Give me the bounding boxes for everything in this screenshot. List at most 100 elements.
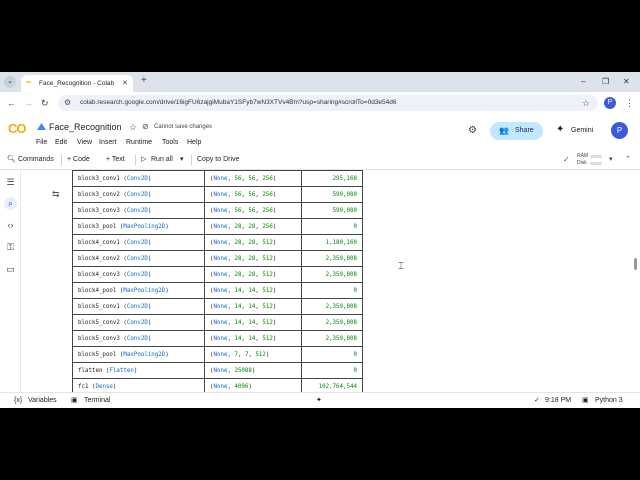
layer-name: fc1 xyxy=(78,383,89,390)
secrets-key-icon[interactable]: ⚿ xyxy=(4,241,17,254)
restore-icon[interactable]: ❐ xyxy=(602,76,609,87)
minimize-icon[interactable]: – xyxy=(581,76,585,87)
layer-cell: block3_pool (MaxPooling2D) xyxy=(72,218,205,235)
site-info-icon[interactable]: ⚙ xyxy=(64,97,71,109)
shape-dim: 512 xyxy=(262,239,273,246)
table-row: block3_pool (MaxPooling2D) (None, 28, 28,… xyxy=(72,218,363,235)
shape-dim: 14 xyxy=(234,287,242,294)
output-shape-cell: (None, 14, 14, 512) xyxy=(204,330,302,347)
runtime-dropdown-icon[interactable]: ▾ xyxy=(609,155,613,165)
output-shape-cell: (None, 56, 56, 256) xyxy=(204,186,302,203)
colab-header: CO Face_Recognition ☆ ⊘ Cannot save chan… xyxy=(0,114,640,152)
window-close-icon[interactable]: ✕ xyxy=(623,76,630,87)
shape-dim: 4096 xyxy=(234,383,249,390)
add-text-button[interactable]: + Text xyxy=(106,155,125,165)
reload-icon[interactable]: ↻ xyxy=(41,97,49,109)
shape-dim: 28 xyxy=(248,271,256,278)
shape-batch-dim: None xyxy=(213,287,228,294)
layer-type: Conv2D xyxy=(126,175,148,182)
back-icon[interactable]: ← xyxy=(7,97,16,109)
code-snippets-icon[interactable]: ‹› xyxy=(4,219,17,232)
star-notebook-icon[interactable]: ☆ xyxy=(129,121,137,133)
shape-batch-dim: None xyxy=(213,303,228,310)
commands-button[interactable]: Commands xyxy=(18,155,54,165)
variables-button[interactable]: Variables xyxy=(28,396,57,406)
run-all-dropdown-icon[interactable]: ▾ xyxy=(180,155,184,165)
tab-search-icon[interactable]: ⌄ xyxy=(4,76,16,88)
menu-runtime[interactable]: Runtime xyxy=(126,138,152,148)
shape-dim: 7 xyxy=(244,351,249,358)
bookmark-star-icon[interactable]: ☆ xyxy=(582,97,590,109)
layer-type: Dense xyxy=(95,383,113,390)
address-bar[interactable]: ⚙ colab.research.google.com/drive/16igFU… xyxy=(58,95,598,111)
output-shape-cell: (None, 14, 14, 512) xyxy=(204,314,302,331)
shape-dim: 512 xyxy=(262,319,273,326)
connected-check-icon: ✓ xyxy=(563,155,570,164)
layer-name: block4_conv2 xyxy=(78,255,120,262)
output-actions-icon[interactable]: ⇆ xyxy=(52,189,60,199)
layer-type: MaxPooling2D xyxy=(123,351,166,358)
menu-insert[interactable]: Insert xyxy=(99,138,117,148)
browser-menu-icon[interactable]: ⋮ xyxy=(625,97,634,109)
output-shape-cell: (None, 14, 14, 512) xyxy=(204,282,302,299)
share-button[interactable]: 👥 Share xyxy=(490,122,543,140)
shape-dim: 56 xyxy=(248,191,256,198)
shape-dim: 28 xyxy=(248,255,256,262)
gemini-button[interactable]: Gemini xyxy=(571,126,593,136)
run-all-button[interactable]: Run all xyxy=(151,155,173,165)
shape-dim: 14 xyxy=(248,287,256,294)
param-count: 2,359,808 xyxy=(301,298,363,315)
tab-close-icon[interactable]: ✕ xyxy=(122,79,128,88)
execution-time: 9:18 PM xyxy=(545,397,572,404)
find-icon[interactable]: ⌕ xyxy=(4,197,17,210)
shape-dim: 28 xyxy=(248,239,256,246)
shape-dim: 14 xyxy=(234,319,242,326)
kernel-name[interactable]: Python 3 xyxy=(595,396,623,406)
shape-batch-dim: None xyxy=(213,319,228,326)
table-row: block3_conv3 (Conv2D) (None, 56, 56, 256)… xyxy=(72,202,363,219)
shape-dim: 14 xyxy=(248,319,256,326)
layer-cell: block5_pool (MaxPooling2D) xyxy=(72,346,205,363)
param-count: 295,168 xyxy=(301,170,363,187)
gemini-sparkle-icon[interactable]: ✦ xyxy=(556,124,564,136)
menu-view[interactable]: View xyxy=(77,138,92,148)
menu-edit[interactable]: Edit xyxy=(55,138,67,148)
menu-file[interactable]: File xyxy=(36,138,47,148)
search-commands-icon[interactable]: 🔍︎ xyxy=(7,155,16,165)
layer-type: Conv2D xyxy=(126,319,148,326)
terminal-button[interactable]: Terminal xyxy=(84,396,110,406)
shape-batch-dim: None xyxy=(213,255,228,262)
copy-to-drive-button[interactable]: Copy to Drive xyxy=(197,155,239,165)
browser-tab[interactable]: ∞ Face_Recognition - Colab ✕ xyxy=(21,75,133,92)
menu-help[interactable]: Help xyxy=(187,138,201,148)
colab-logo[interactable]: CO xyxy=(8,122,26,136)
table-row: block5_conv3 (Conv2D) (None, 14, 14, 512)… xyxy=(72,330,363,347)
shape-batch-dim: None xyxy=(213,191,228,198)
table-of-contents-icon[interactable]: ☰ xyxy=(4,176,17,189)
browser-profile-avatar[interactable]: P xyxy=(604,97,616,109)
settings-gear-icon[interactable]: ⚙ xyxy=(468,125,477,137)
add-code-button[interactable]: + Code xyxy=(67,155,90,165)
collapse-toolbar-icon[interactable]: ⌃ xyxy=(625,155,631,165)
tab-strip: ⌄ ∞ Face_Recognition - Colab ✕ + – ❐ ✕ xyxy=(0,72,640,92)
param-count: 2,359,808 xyxy=(301,330,363,347)
new-tab-icon[interactable]: + xyxy=(141,75,147,87)
url-text[interactable]: colab.research.google.com/drive/16igFU6z… xyxy=(80,98,397,108)
table-row: block5_conv2 (Conv2D) (None, 14, 14, 512)… xyxy=(72,314,363,331)
terminal-icon: ▣ xyxy=(71,397,78,404)
colab-profile-avatar[interactable]: P xyxy=(611,122,628,139)
output-shape-cell: (None, 56, 56, 256) xyxy=(204,170,302,187)
shape-dim: 256 xyxy=(262,207,273,214)
output-shape-cell: (None, 28, 28, 512) xyxy=(204,234,302,251)
notebook-name[interactable]: Face_Recognition xyxy=(49,121,122,133)
layer-cell: block4_conv1 (Conv2D) xyxy=(72,234,205,251)
scrollbar-thumb[interactable] xyxy=(634,258,637,270)
forward-icon[interactable]: → xyxy=(24,97,33,109)
gemini-status-icon[interactable]: ✦ xyxy=(316,396,322,406)
shape-dim: 28 xyxy=(234,255,242,262)
status-bar: {x} Variables ▣ Terminal ✦ ✓ 9:18 PM ▣ P… xyxy=(0,392,640,408)
menu-tools[interactable]: Tools xyxy=(162,138,178,148)
variables-icon: {x} xyxy=(14,397,23,404)
files-folder-icon[interactable]: ▭ xyxy=(4,263,17,276)
layer-cell: block4_conv2 (Conv2D) xyxy=(72,250,205,267)
